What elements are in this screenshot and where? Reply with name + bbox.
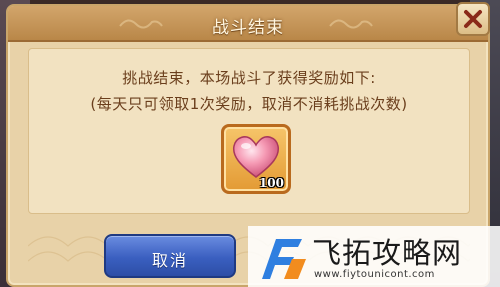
- dialog-title: 战斗结束: [212, 18, 284, 38]
- close-button[interactable]: [456, 2, 490, 36]
- watermark: 飞拓攻略网 www.fiytounicont.com: [248, 226, 500, 287]
- cancel-button[interactable]: 取消: [104, 234, 236, 278]
- message-line-2: (每天只可领取1次奖励，取消不消耗挑战次数): [90, 95, 408, 113]
- cancel-button-label: 取消: [151, 251, 188, 270]
- close-icon: [464, 10, 482, 28]
- message-line-1: 挑战结束，本场战斗了获得奖励如下:: [122, 69, 376, 87]
- dialog-title-bar: 战斗结束: [8, 6, 488, 42]
- reward-count: 100: [258, 176, 284, 190]
- watermark-title: 飞拓攻略网: [312, 236, 463, 270]
- watermark-url: www.fiytounicont.com: [314, 269, 435, 280]
- reward-panel: 挑战结束，本场战斗了获得奖励如下: (每天只可领取1次奖励，取消不消耗挑战次数)…: [28, 48, 470, 214]
- reward-item-slot[interactable]: 100: [221, 124, 291, 194]
- watermark-logo-icon: [262, 239, 306, 279]
- heart-icon: [232, 136, 280, 178]
